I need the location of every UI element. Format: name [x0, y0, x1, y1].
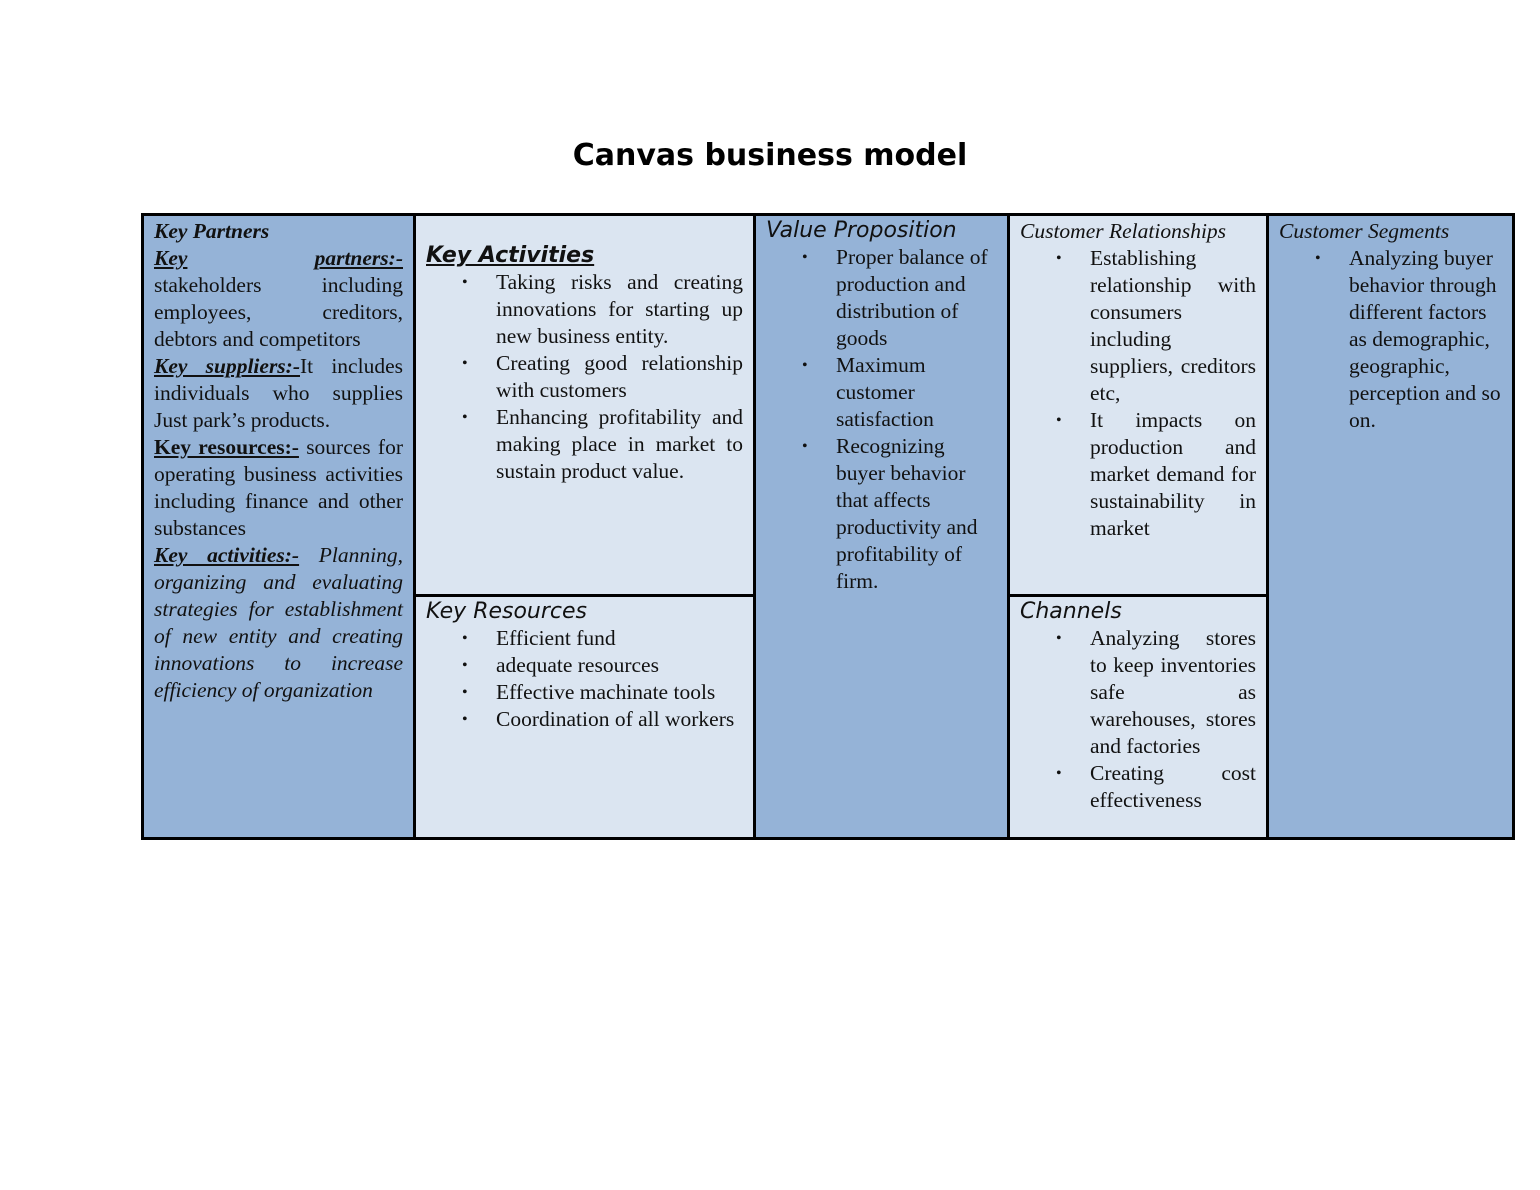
key-resources-cell: Key Resources • Efficient fund • adequate …	[413, 594, 753, 837]
bullet-icon: •	[462, 274, 468, 291]
list-item: • Recognizing buyer behavior that affects…	[802, 434, 978, 593]
list-item: • Creating good relationship with custome…	[462, 351, 743, 402]
bullet-icon: •	[1056, 412, 1062, 429]
key-resources-section: Key resources:- sources for operating bu…	[154, 434, 403, 542]
customer-segments-heading: Customer Segments	[1279, 219, 1450, 243]
list-item: • Efficient fund	[462, 626, 616, 650]
bullet-icon: •	[462, 657, 468, 674]
list-item: • Analyzing stores to keep inventories sa…	[1056, 626, 1256, 758]
bullet-icon: •	[1056, 630, 1062, 647]
key-activities-label: Key activities:-	[154, 543, 300, 567]
business-model-canvas: Key Partners Key partners:- stakeholders…	[141, 213, 1515, 840]
customer-segments-cell: Customer Segments • Analyzing buyer behav…	[1266, 216, 1512, 837]
customer-relationships-list: • Establishing relationship with consumer…	[1020, 245, 1256, 542]
key-suppliers-label: Key suppliers:-	[154, 354, 300, 378]
bullet-icon: •	[462, 684, 468, 701]
channels-list: • Analyzing stores to keep inventories sa…	[1020, 625, 1256, 814]
bullet-icon: •	[462, 630, 468, 647]
list-item: • Enhancing profitability and making plac…	[462, 405, 743, 483]
key-partners-label: Key partners:-	[154, 246, 403, 270]
key-activities-cell: Key Activities • Taking risks and creatin…	[413, 216, 753, 594]
list-item: • Establishing relationship with consumer…	[1056, 246, 1256, 405]
list-item: • It impacts on production and market dem…	[1056, 408, 1256, 540]
list-item: • Coordination of all workers	[462, 707, 735, 731]
list-item: • Creating cost effectiveness	[1056, 761, 1256, 812]
customer-relationships-heading: Customer Relationships	[1020, 219, 1227, 243]
value-proposition-cell: Value Proposition • Proper balance of pro…	[753, 216, 1007, 837]
list-item: • adequate resources	[462, 653, 659, 677]
value-proposition-list: • Proper balance of production and distri…	[766, 244, 997, 595]
key-activities-section: Key activities:- Planning, organizing an…	[154, 542, 403, 704]
page-title: Canvas business model	[572, 138, 968, 173]
key-resources-list: • Efficient fund • adequate resources • Eff…	[426, 625, 743, 733]
bullet-icon: •	[1056, 765, 1062, 782]
bullet-icon: •	[462, 711, 468, 728]
channels-cell: Channels • Analyzing stores to keep inven…	[1007, 594, 1266, 837]
key-partners-text: stakeholders including employees, credit…	[154, 273, 403, 351]
key-resources-heading: Key Resources	[426, 599, 588, 624]
bullet-icon: •	[802, 249, 808, 266]
key-partners-cell: Key Partners Key partners:- stakeholders…	[144, 216, 413, 837]
key-suppliers-section: Key suppliers:-It includes individuals w…	[154, 353, 403, 434]
customer-segments-list: • Analyzing buyer behavior through differ…	[1279, 245, 1502, 434]
bullet-icon: •	[462, 409, 468, 426]
list-item: • Maximum customer satisfaction	[802, 353, 934, 431]
list-item: • Proper balance of production and distri…	[802, 245, 988, 350]
key-activities-heading: Key Activities	[426, 243, 595, 268]
bullet-icon: •	[462, 355, 468, 372]
key-resources-label: Key resources:-	[154, 435, 299, 459]
key-activities-list: • Taking risks and creating innovations f…	[426, 269, 743, 485]
channels-heading: Channels	[1020, 599, 1122, 624]
bullet-icon: •	[802, 438, 808, 455]
bullet-icon: •	[1056, 250, 1062, 267]
customer-relationships-cell: Customer Relationships • Establishing rel…	[1007, 216, 1266, 594]
list-item: • Taking risks and creating innovations f…	[462, 270, 743, 348]
bullet-icon: •	[1315, 250, 1321, 267]
value-proposition-heading: Value Proposition	[766, 218, 957, 243]
list-item: • Effective machinate tools	[462, 680, 716, 704]
list-item: • Analyzing buyer behavior through differ…	[1315, 246, 1501, 432]
key-partners-heading: Key Partners	[154, 219, 270, 243]
bullet-icon: •	[802, 357, 808, 374]
